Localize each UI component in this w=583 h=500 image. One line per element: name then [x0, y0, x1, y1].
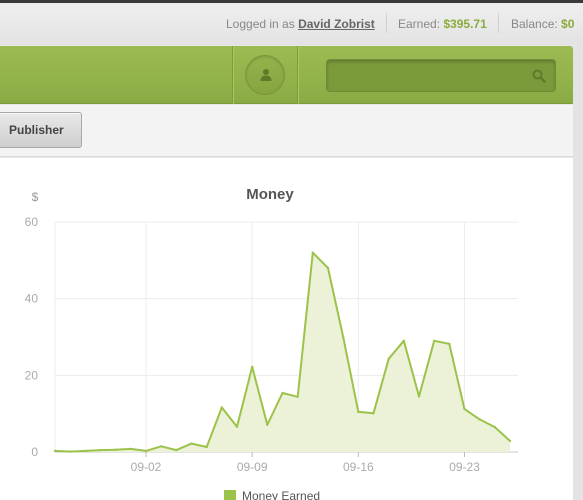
- user-icon: [260, 69, 272, 81]
- data-point: [144, 449, 148, 453]
- data-point: [433, 339, 436, 342]
- data-point: [251, 365, 254, 369]
- y-tick-label: 40: [25, 292, 39, 306]
- earned-value: $395.71: [443, 17, 487, 31]
- user-bar: Logged in as David Zobrist Earned: $395.…: [0, 3, 583, 45]
- data-point: [372, 412, 375, 415]
- login-status: Logged in as David Zobrist: [226, 17, 375, 31]
- search-input[interactable]: [335, 66, 525, 86]
- data-point: [53, 449, 57, 453]
- main-navbar: [0, 46, 573, 104]
- earned-status: Earned: $395.71: [398, 17, 487, 31]
- data-point: [114, 448, 117, 451]
- search-field[interactable]: [326, 59, 556, 92]
- legend-label: Money Earned: [242, 489, 320, 500]
- data-point: [175, 448, 178, 452]
- money-chart: Money $0 20 40 60 09-02 09-09 09-16 09-23 Money E…: [25, 186, 518, 500]
- balance-value: $0: [561, 17, 575, 31]
- series-area-money-earned: [55, 252, 510, 452]
- y-axis-label: $: [32, 190, 39, 204]
- data-point: [342, 335, 345, 339]
- userbar-divider: [386, 13, 387, 33]
- y-tick-label: 20: [25, 368, 39, 382]
- nav-divider: [297, 46, 298, 104]
- chart-panel: Money $0 20 40 60 09-02 09-09 09-16 09-23 Money E…: [0, 158, 573, 500]
- data-point: [160, 445, 163, 448]
- data-point: [281, 391, 284, 395]
- data-point: [235, 425, 239, 428]
- sub-toolbar: Publisher: [0, 105, 573, 157]
- publisher-button[interactable]: Publisher: [0, 112, 82, 148]
- data-point: [296, 395, 299, 398]
- earned-label: Earned:: [398, 17, 441, 31]
- data-point: [463, 407, 466, 411]
- nav-divider: [232, 46, 233, 104]
- data-point: [357, 410, 360, 413]
- y-tick-label: 60: [25, 215, 39, 229]
- page-edge: [573, 46, 583, 500]
- balance-label: Balance:: [511, 17, 558, 31]
- balance-status: Balance: $0: [511, 17, 574, 31]
- search-icon[interactable]: [532, 69, 546, 83]
- x-tick-label: 09-23: [449, 460, 480, 474]
- data-point: [190, 442, 193, 445]
- data-point: [326, 266, 330, 270]
- data-point: [387, 357, 390, 360]
- data-point: [402, 339, 405, 342]
- data-point: [220, 406, 223, 409]
- data-point: [266, 423, 269, 426]
- y-tick-label: 0: [31, 445, 38, 459]
- profile-button[interactable]: [245, 55, 285, 95]
- x-tick-label: 09-16: [343, 460, 374, 474]
- data-point: [84, 449, 87, 453]
- legend-swatch: [224, 490, 236, 500]
- data-point: [311, 251, 314, 254]
- data-point: [493, 425, 496, 429]
- x-tick-label: 09-02: [131, 460, 162, 474]
- data-point: [508, 439, 512, 443]
- data-point: [478, 418, 481, 421]
- data-point: [99, 448, 102, 452]
- data-point: [69, 450, 72, 453]
- x-tick-label: 09-09: [237, 460, 268, 474]
- data-point: [417, 395, 421, 398]
- username-link[interactable]: David Zobrist: [298, 17, 375, 31]
- data-point: [205, 445, 208, 449]
- login-prefix: Logged in as: [226, 17, 295, 31]
- data-point: [448, 342, 451, 346]
- userbar-divider: [498, 13, 499, 33]
- chart-title: Money: [246, 186, 294, 203]
- data-point: [129, 447, 132, 451]
